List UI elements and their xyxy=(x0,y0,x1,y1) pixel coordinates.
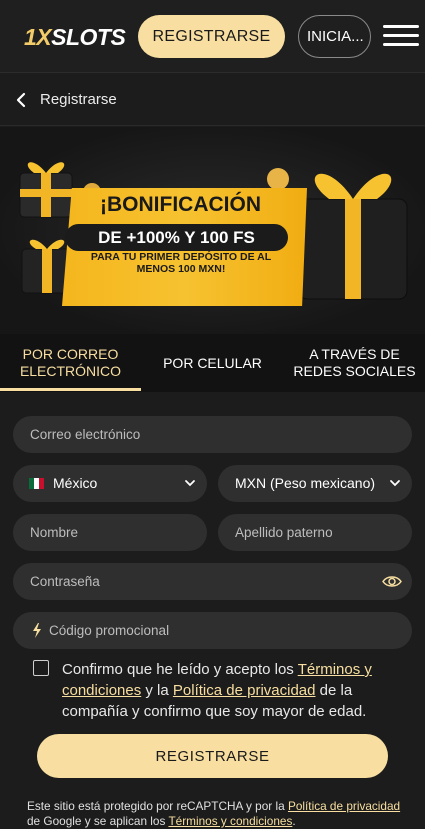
recaptcha-text-part: . xyxy=(292,814,296,828)
country-value: México xyxy=(53,475,98,491)
active-tab-indicator xyxy=(0,388,141,391)
country-select[interactable]: México xyxy=(13,465,207,502)
tab-phone[interactable]: POR CELULAR xyxy=(141,334,284,392)
surname-field[interactable] xyxy=(218,514,412,551)
eye-icon[interactable] xyxy=(382,574,402,589)
promo-code-wrapper xyxy=(13,612,412,649)
tab-email[interactable]: POR CORREO ELECTRÓNICO xyxy=(0,334,141,392)
gift-box-icon xyxy=(298,173,408,300)
page-title: Registrarse xyxy=(40,91,117,108)
bonus-banner[interactable]: ¡BONIFICACIÓN DE +100% Y 100 FS PARA TU … xyxy=(0,127,425,334)
lightning-bolt-icon xyxy=(33,623,41,638)
tab-social[interactable]: A TRAVÉS DE REDES SOCIALES xyxy=(284,334,425,392)
top-header: 1XSLOTS REGISTRARSE INICIA... xyxy=(0,0,425,73)
submit-register-button[interactable]: REGISTRARSE xyxy=(37,734,388,778)
mexico-flag-icon xyxy=(29,478,44,489)
hamburger-menu-icon[interactable] xyxy=(383,25,419,49)
page-title-bar: Registrarse xyxy=(0,74,425,126)
chevron-down-icon xyxy=(185,480,195,487)
registration-method-tabs: POR CORREO ELECTRÓNICO POR CELULAR A TRA… xyxy=(0,334,425,392)
password-wrapper xyxy=(13,563,412,600)
chevron-left-icon[interactable] xyxy=(14,91,30,109)
recaptcha-text-part: Este sitio está protegido por reCAPTCHA … xyxy=(27,799,288,813)
logo-prefix: 1X xyxy=(24,24,52,50)
privacy-policy-link[interactable]: Política de privacidad xyxy=(173,682,316,699)
consent-text-part: Confirmo que he leído y acepto los xyxy=(62,661,298,678)
logo-suffix: SLOTS xyxy=(51,24,126,50)
consent-checkbox[interactable] xyxy=(33,660,49,676)
consent-text-part: y la xyxy=(141,682,173,699)
header-register-button[interactable]: REGISTRARSE xyxy=(138,15,285,58)
consent-text: Confirmo que he leído y acepto los Térmi… xyxy=(62,659,397,722)
brand-logo[interactable]: 1XSLOTS xyxy=(24,24,126,51)
password-field[interactable] xyxy=(13,563,412,600)
promo-code-field[interactable] xyxy=(13,612,412,649)
currency-select[interactable]: MXN (Peso mexicano) xyxy=(218,465,412,502)
promo-subtitle: PARA TU PRIMER DEPÓSITO DE AL MENOS 100 … xyxy=(90,251,272,275)
promo-highlight: DE +100% Y 100 FS xyxy=(65,224,288,251)
google-privacy-link[interactable]: Política de privacidad xyxy=(288,799,400,813)
coin-icon xyxy=(267,168,289,190)
first-name-field[interactable] xyxy=(13,514,207,551)
google-terms-link[interactable]: Términos y condiciones xyxy=(168,814,292,828)
currency-value: MXN (Peso mexicano) xyxy=(235,475,376,491)
recaptcha-notice: Este sitio está protegido por reCAPTCHA … xyxy=(27,799,412,829)
recaptcha-text-part: de Google y se aplican los xyxy=(27,814,169,828)
promo-title: ¡BONIFICACIÓN xyxy=(100,193,261,216)
header-login-button[interactable]: INICIA... xyxy=(298,15,371,58)
chevron-down-icon xyxy=(390,480,400,487)
email-field[interactable] xyxy=(13,416,412,453)
